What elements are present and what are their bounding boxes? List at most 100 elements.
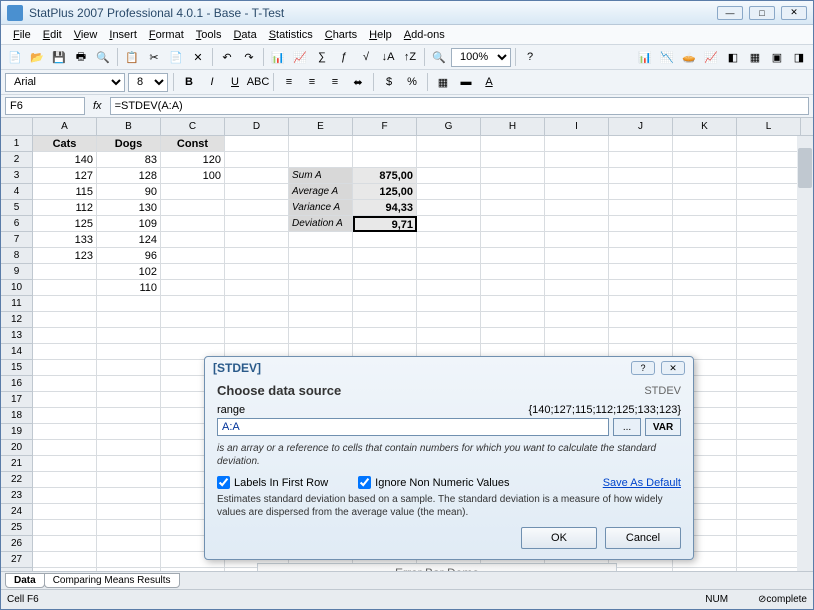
cell-D9[interactable] <box>225 264 289 280</box>
cell-L15[interactable] <box>737 360 801 376</box>
help-icon[interactable]: ? <box>520 47 540 67</box>
cell-E3[interactable]: Sum A <box>289 168 353 184</box>
cell-B16[interactable] <box>97 376 161 392</box>
cancel-button[interactable]: Cancel <box>605 527 681 549</box>
cell-F7[interactable] <box>353 232 417 248</box>
cell-H9[interactable] <box>481 264 545 280</box>
dialog-help-button[interactable]: ? <box>631 361 655 375</box>
cell-I1[interactable] <box>545 136 609 152</box>
cell-K5[interactable] <box>673 200 737 216</box>
merge-icon[interactable]: ⬌ <box>348 72 368 92</box>
cell-L23[interactable] <box>737 488 801 504</box>
chart-error-bar-demo[interactable]: Error Bar Demo 160 140 120 100 Cats Dogs… <box>257 563 617 571</box>
column-header-F[interactable]: F <box>353 118 417 135</box>
cell-L16[interactable] <box>737 376 801 392</box>
column-header-E[interactable]: E <box>289 118 353 135</box>
menu-data[interactable]: Data <box>227 27 262 43</box>
ignore-nonnumeric-check[interactable]: Ignore Non Numeric Values <box>358 476 509 489</box>
bold-button[interactable]: B <box>179 72 199 92</box>
cell-L4[interactable] <box>737 184 801 200</box>
vertical-scrollbar[interactable] <box>797 136 813 571</box>
align-center-icon[interactable]: ≡ <box>302 72 322 92</box>
menu-add-ons[interactable]: Add-ons <box>398 27 451 43</box>
cell-D3[interactable] <box>225 168 289 184</box>
row-header-15[interactable]: 15 <box>1 360 33 376</box>
cell-L11[interactable] <box>737 296 801 312</box>
cell-J12[interactable] <box>609 312 673 328</box>
cell-A2[interactable]: 140 <box>33 152 97 168</box>
cell-G3[interactable] <box>417 168 481 184</box>
save-icon[interactable]: 💾 <box>49 47 69 67</box>
cell-B11[interactable] <box>97 296 161 312</box>
row-header-13[interactable]: 13 <box>1 328 33 344</box>
cell-A21[interactable] <box>33 456 97 472</box>
cell-A11[interactable] <box>33 296 97 312</box>
cell-F12[interactable] <box>353 312 417 328</box>
menu-insert[interactable]: Insert <box>103 27 143 43</box>
cell-L25[interactable] <box>737 520 801 536</box>
labels-first-row-check[interactable]: Labels In First Row <box>217 476 328 489</box>
cell-D10[interactable] <box>225 280 289 296</box>
cell-C4[interactable] <box>161 184 225 200</box>
cell-B20[interactable] <box>97 440 161 456</box>
cell-I3[interactable] <box>545 168 609 184</box>
formula-input[interactable] <box>110 97 809 115</box>
charticon-7[interactable]: ▣ <box>767 47 787 67</box>
row-header-2[interactable]: 2 <box>1 152 33 168</box>
cell-B4[interactable]: 90 <box>97 184 161 200</box>
range-picker-button[interactable]: ... <box>613 418 641 436</box>
row-header-14[interactable]: 14 <box>1 344 33 360</box>
cell-B3[interactable]: 128 <box>97 168 161 184</box>
sheet-tab-1[interactable]: Comparing Means Results <box>44 573 180 588</box>
cell-A7[interactable]: 133 <box>33 232 97 248</box>
cell-L10[interactable] <box>737 280 801 296</box>
cell-B7[interactable]: 124 <box>97 232 161 248</box>
fill-icon[interactable]: ▬ <box>456 72 476 92</box>
cell-B6[interactable]: 109 <box>97 216 161 232</box>
column-header-L[interactable]: L <box>737 118 801 135</box>
scrollbar-thumb[interactable] <box>798 148 812 188</box>
new-icon[interactable]: 📄 <box>5 47 25 67</box>
cell-F6[interactable]: 9,71 <box>353 216 417 232</box>
cell-K13[interactable] <box>673 328 737 344</box>
cell-K12[interactable] <box>673 312 737 328</box>
cell-D5[interactable] <box>225 200 289 216</box>
cell-B5[interactable]: 130 <box>97 200 161 216</box>
cell-H1[interactable] <box>481 136 545 152</box>
cell-B23[interactable] <box>97 488 161 504</box>
cell-J3[interactable] <box>609 168 673 184</box>
currency-icon[interactable]: $ <box>379 72 399 92</box>
menu-edit[interactable]: Edit <box>37 27 68 43</box>
column-header-H[interactable]: H <box>481 118 545 135</box>
row-header-16[interactable]: 16 <box>1 376 33 392</box>
column-header-G[interactable]: G <box>417 118 481 135</box>
cell-B27[interactable] <box>97 552 161 568</box>
cell-C3[interactable]: 100 <box>161 168 225 184</box>
cell-C13[interactable] <box>161 328 225 344</box>
cell-A20[interactable] <box>33 440 97 456</box>
charticon-3[interactable]: 🥧 <box>679 47 699 67</box>
undo-icon[interactable]: ↶ <box>217 47 237 67</box>
chart1-icon[interactable]: 📊 <box>268 47 288 67</box>
cell-I13[interactable] <box>545 328 609 344</box>
copy-icon[interactable]: 📋 <box>122 47 142 67</box>
stat3-icon[interactable]: √ <box>356 47 376 67</box>
open-icon[interactable]: 📂 <box>27 47 47 67</box>
cell-D4[interactable] <box>225 184 289 200</box>
cell-A15[interactable] <box>33 360 97 376</box>
row-header-18[interactable]: 18 <box>1 408 33 424</box>
cell-D7[interactable] <box>225 232 289 248</box>
cell-A24[interactable] <box>33 504 97 520</box>
cell-B13[interactable] <box>97 328 161 344</box>
cell-J10[interactable] <box>609 280 673 296</box>
cell-A9[interactable] <box>33 264 97 280</box>
cell-H10[interactable] <box>481 280 545 296</box>
maximize-button[interactable]: □ <box>749 6 775 20</box>
strike-button[interactable]: ABC <box>248 72 268 92</box>
cell-A23[interactable] <box>33 488 97 504</box>
cell-E5[interactable]: Variance A <box>289 200 353 216</box>
font-color-icon[interactable]: A <box>479 72 499 92</box>
cell-H11[interactable] <box>481 296 545 312</box>
cell-D2[interactable] <box>225 152 289 168</box>
cell-L26[interactable] <box>737 536 801 552</box>
